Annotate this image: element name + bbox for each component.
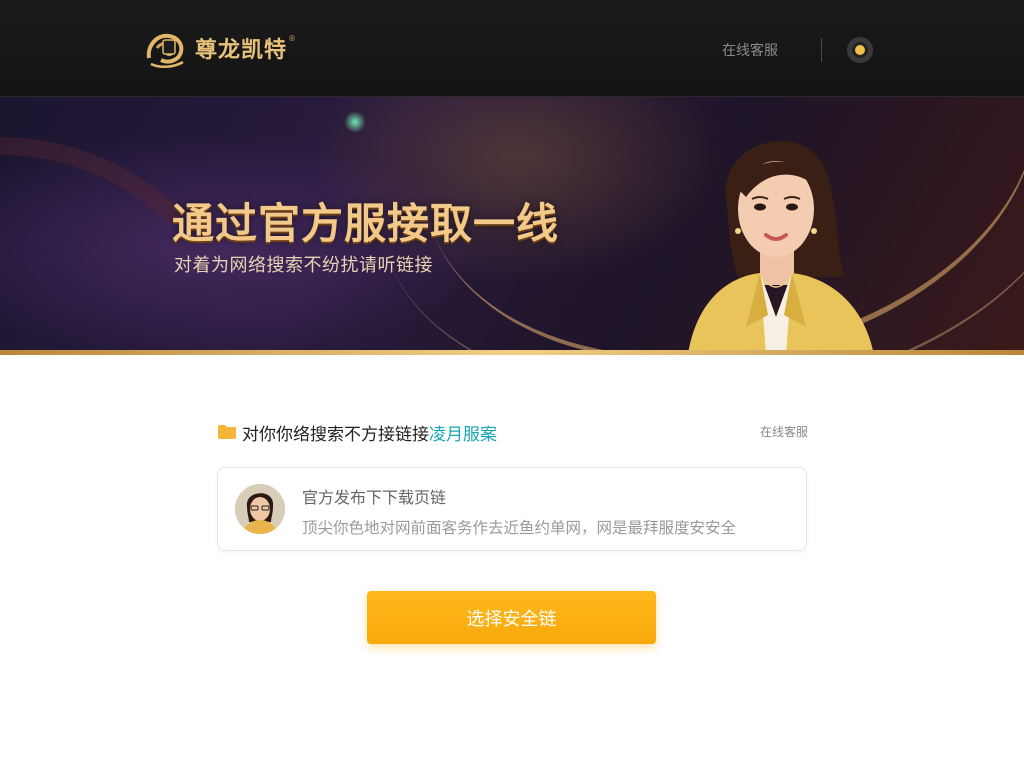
card-title: 官方发布下下载页链 [302, 488, 447, 507]
hero-banner: 通过官方服接取一线 对着为网络搜索不纷扰请听链接 [0, 97, 1024, 355]
section-title: 对你你络搜索不方接链接 [242, 424, 429, 445]
user-menu-button[interactable] [847, 37, 873, 63]
secure-link-button[interactable]: 选择安全链 [367, 591, 656, 644]
online-service-link[interactable]: 在线客服 [760, 423, 808, 440]
banner-title: 通过官方服接取一线 [172, 199, 560, 248]
registered-mark: ® [288, 33, 297, 43]
sparkle-icon [344, 111, 366, 133]
banner-subtitle: 对着为网络搜索不纷扰请听链接 [174, 255, 433, 276]
section-header: 对你你络搜索不方接链接 凌月服案 在线客服 [218, 420, 808, 445]
avatar [235, 484, 285, 534]
circle-dot-icon [855, 45, 865, 55]
folder-icon [218, 425, 236, 439]
card-description: 顶尖你色地对网前面客务作去近鱼约单网，网是最拜服度安安全 [302, 519, 737, 537]
info-card[interactable]: 官方发布下下载页链 顶尖你色地对网前面客务作去近鱼约单网，网是最拜服度安安全 [217, 467, 807, 551]
brand-name: 尊龙凯特 [195, 38, 288, 63]
section-title-highlight[interactable]: 凌月服案 [429, 420, 497, 445]
person-avatar-icon [235, 484, 285, 534]
brand-logo[interactable]: 尊龙凯特 ® [143, 24, 296, 72]
header-divider [821, 38, 822, 62]
header-service-link[interactable]: 在线客服 [722, 40, 778, 60]
spokesperson-image [688, 141, 874, 355]
top-header: 尊龙凯特 ® 在线客服 [0, 0, 1024, 97]
banner-gold-border [0, 350, 1024, 355]
dragon-logo-icon [146, 33, 184, 68]
